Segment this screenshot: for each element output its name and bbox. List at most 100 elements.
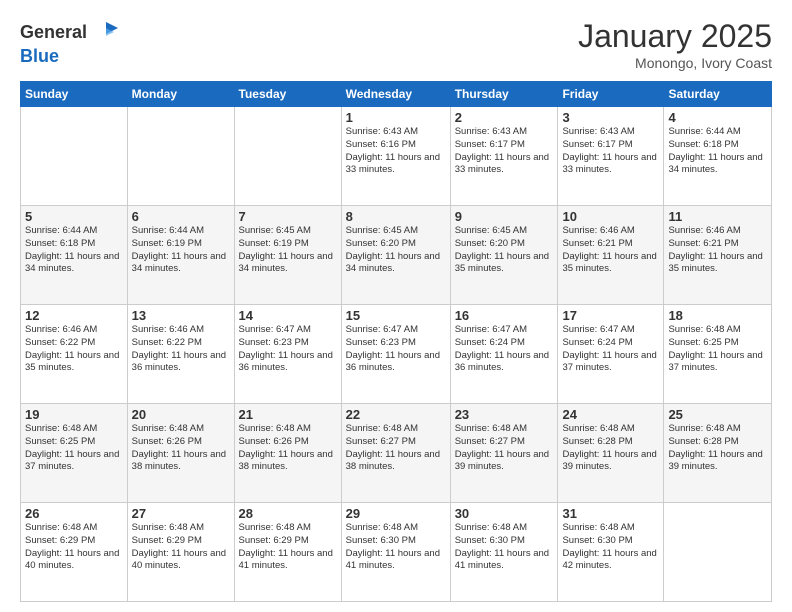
day-info: Sunrise: 6:45 AM Sunset: 6:20 PM Dayligh…: [346, 225, 446, 276]
day-cell: 3Sunrise: 6:43 AM Sunset: 6:17 PM Daylig…: [558, 107, 664, 206]
day-info: Sunrise: 6:45 AM Sunset: 6:19 PM Dayligh…: [239, 225, 337, 276]
day-info: Sunrise: 6:47 AM Sunset: 6:23 PM Dayligh…: [346, 324, 446, 375]
header-wednesday: Wednesday: [341, 82, 450, 107]
day-number: 15: [346, 308, 446, 323]
day-cell: 25Sunrise: 6:48 AM Sunset: 6:28 PM Dayli…: [664, 404, 772, 503]
day-info: Sunrise: 6:43 AM Sunset: 6:17 PM Dayligh…: [455, 126, 554, 177]
day-cell: [664, 503, 772, 602]
day-info: Sunrise: 6:43 AM Sunset: 6:17 PM Dayligh…: [562, 126, 659, 177]
day-number: 6: [132, 209, 230, 224]
day-info: Sunrise: 6:48 AM Sunset: 6:30 PM Dayligh…: [346, 522, 446, 573]
day-cell: 20Sunrise: 6:48 AM Sunset: 6:26 PM Dayli…: [127, 404, 234, 503]
day-number: 19: [25, 407, 123, 422]
day-info: Sunrise: 6:48 AM Sunset: 6:26 PM Dayligh…: [132, 423, 230, 474]
week-row-4: 19Sunrise: 6:48 AM Sunset: 6:25 PM Dayli…: [21, 404, 772, 503]
day-cell: 14Sunrise: 6:47 AM Sunset: 6:23 PM Dayli…: [234, 305, 341, 404]
day-cell: 29Sunrise: 6:48 AM Sunset: 6:30 PM Dayli…: [341, 503, 450, 602]
day-number: 8: [346, 209, 446, 224]
day-cell: 15Sunrise: 6:47 AM Sunset: 6:23 PM Dayli…: [341, 305, 450, 404]
logo: General Blue: [20, 18, 120, 67]
day-cell: 1Sunrise: 6:43 AM Sunset: 6:16 PM Daylig…: [341, 107, 450, 206]
day-cell: 10Sunrise: 6:46 AM Sunset: 6:21 PM Dayli…: [558, 206, 664, 305]
day-cell: 8Sunrise: 6:45 AM Sunset: 6:20 PM Daylig…: [341, 206, 450, 305]
header-sunday: Sunday: [21, 82, 128, 107]
week-row-3: 12Sunrise: 6:46 AM Sunset: 6:22 PM Dayli…: [21, 305, 772, 404]
day-number: 1: [346, 110, 446, 125]
day-number: 31: [562, 506, 659, 521]
day-number: 10: [562, 209, 659, 224]
day-cell: 12Sunrise: 6:46 AM Sunset: 6:22 PM Dayli…: [21, 305, 128, 404]
day-info: Sunrise: 6:48 AM Sunset: 6:28 PM Dayligh…: [668, 423, 767, 474]
day-cell: 23Sunrise: 6:48 AM Sunset: 6:27 PM Dayli…: [450, 404, 558, 503]
day-info: Sunrise: 6:48 AM Sunset: 6:25 PM Dayligh…: [668, 324, 767, 375]
title-block: January 2025 Monongo, Ivory Coast: [578, 18, 772, 71]
logo-icon: [92, 18, 120, 46]
header-friday: Friday: [558, 82, 664, 107]
page: General Blue January 2025 Monongo, Ivory…: [0, 0, 792, 612]
day-info: Sunrise: 6:47 AM Sunset: 6:24 PM Dayligh…: [562, 324, 659, 375]
day-info: Sunrise: 6:48 AM Sunset: 6:30 PM Dayligh…: [455, 522, 554, 573]
day-info: Sunrise: 6:48 AM Sunset: 6:29 PM Dayligh…: [25, 522, 123, 573]
day-cell: 11Sunrise: 6:46 AM Sunset: 6:21 PM Dayli…: [664, 206, 772, 305]
calendar-table: Sunday Monday Tuesday Wednesday Thursday…: [20, 81, 772, 602]
month-year: January 2025: [578, 18, 772, 55]
week-row-2: 5Sunrise: 6:44 AM Sunset: 6:18 PM Daylig…: [21, 206, 772, 305]
day-info: Sunrise: 6:43 AM Sunset: 6:16 PM Dayligh…: [346, 126, 446, 177]
day-number: 7: [239, 209, 337, 224]
day-cell: 28Sunrise: 6:48 AM Sunset: 6:29 PM Dayli…: [234, 503, 341, 602]
day-info: Sunrise: 6:44 AM Sunset: 6:19 PM Dayligh…: [132, 225, 230, 276]
header-monday: Monday: [127, 82, 234, 107]
day-cell: 16Sunrise: 6:47 AM Sunset: 6:24 PM Dayli…: [450, 305, 558, 404]
day-cell: [127, 107, 234, 206]
day-number: 11: [668, 209, 767, 224]
day-info: Sunrise: 6:48 AM Sunset: 6:27 PM Dayligh…: [346, 423, 446, 474]
day-number: 18: [668, 308, 767, 323]
week-row-1: 1Sunrise: 6:43 AM Sunset: 6:16 PM Daylig…: [21, 107, 772, 206]
day-info: Sunrise: 6:46 AM Sunset: 6:22 PM Dayligh…: [132, 324, 230, 375]
day-cell: 4Sunrise: 6:44 AM Sunset: 6:18 PM Daylig…: [664, 107, 772, 206]
weekday-header-row: Sunday Monday Tuesday Wednesday Thursday…: [21, 82, 772, 107]
day-info: Sunrise: 6:47 AM Sunset: 6:23 PM Dayligh…: [239, 324, 337, 375]
day-number: 17: [562, 308, 659, 323]
day-info: Sunrise: 6:48 AM Sunset: 6:29 PM Dayligh…: [132, 522, 230, 573]
day-number: 30: [455, 506, 554, 521]
day-cell: 27Sunrise: 6:48 AM Sunset: 6:29 PM Dayli…: [127, 503, 234, 602]
day-info: Sunrise: 6:44 AM Sunset: 6:18 PM Dayligh…: [668, 126, 767, 177]
week-row-5: 26Sunrise: 6:48 AM Sunset: 6:29 PM Dayli…: [21, 503, 772, 602]
day-info: Sunrise: 6:46 AM Sunset: 6:22 PM Dayligh…: [25, 324, 123, 375]
day-number: 22: [346, 407, 446, 422]
day-cell: [21, 107, 128, 206]
day-info: Sunrise: 6:45 AM Sunset: 6:20 PM Dayligh…: [455, 225, 554, 276]
day-cell: 17Sunrise: 6:47 AM Sunset: 6:24 PM Dayli…: [558, 305, 664, 404]
day-cell: 2Sunrise: 6:43 AM Sunset: 6:17 PM Daylig…: [450, 107, 558, 206]
day-cell: 30Sunrise: 6:48 AM Sunset: 6:30 PM Dayli…: [450, 503, 558, 602]
day-number: 24: [562, 407, 659, 422]
day-number: 5: [25, 209, 123, 224]
day-cell: 9Sunrise: 6:45 AM Sunset: 6:20 PM Daylig…: [450, 206, 558, 305]
day-number: 26: [25, 506, 123, 521]
day-info: Sunrise: 6:46 AM Sunset: 6:21 PM Dayligh…: [668, 225, 767, 276]
logo-general-text: General: [20, 22, 87, 43]
header-saturday: Saturday: [664, 82, 772, 107]
day-cell: 13Sunrise: 6:46 AM Sunset: 6:22 PM Dayli…: [127, 305, 234, 404]
day-cell: 22Sunrise: 6:48 AM Sunset: 6:27 PM Dayli…: [341, 404, 450, 503]
day-info: Sunrise: 6:48 AM Sunset: 6:29 PM Dayligh…: [239, 522, 337, 573]
day-number: 12: [25, 308, 123, 323]
day-number: 2: [455, 110, 554, 125]
day-number: 25: [668, 407, 767, 422]
day-number: 21: [239, 407, 337, 422]
day-info: Sunrise: 6:46 AM Sunset: 6:21 PM Dayligh…: [562, 225, 659, 276]
day-info: Sunrise: 6:48 AM Sunset: 6:30 PM Dayligh…: [562, 522, 659, 573]
day-cell: 7Sunrise: 6:45 AM Sunset: 6:19 PM Daylig…: [234, 206, 341, 305]
day-number: 13: [132, 308, 230, 323]
location: Monongo, Ivory Coast: [578, 55, 772, 71]
day-number: 29: [346, 506, 446, 521]
day-info: Sunrise: 6:48 AM Sunset: 6:25 PM Dayligh…: [25, 423, 123, 474]
day-cell: 31Sunrise: 6:48 AM Sunset: 6:30 PM Dayli…: [558, 503, 664, 602]
day-number: 14: [239, 308, 337, 323]
day-info: Sunrise: 6:47 AM Sunset: 6:24 PM Dayligh…: [455, 324, 554, 375]
day-number: 3: [562, 110, 659, 125]
day-cell: 18Sunrise: 6:48 AM Sunset: 6:25 PM Dayli…: [664, 305, 772, 404]
day-info: Sunrise: 6:48 AM Sunset: 6:26 PM Dayligh…: [239, 423, 337, 474]
day-info: Sunrise: 6:44 AM Sunset: 6:18 PM Dayligh…: [25, 225, 123, 276]
